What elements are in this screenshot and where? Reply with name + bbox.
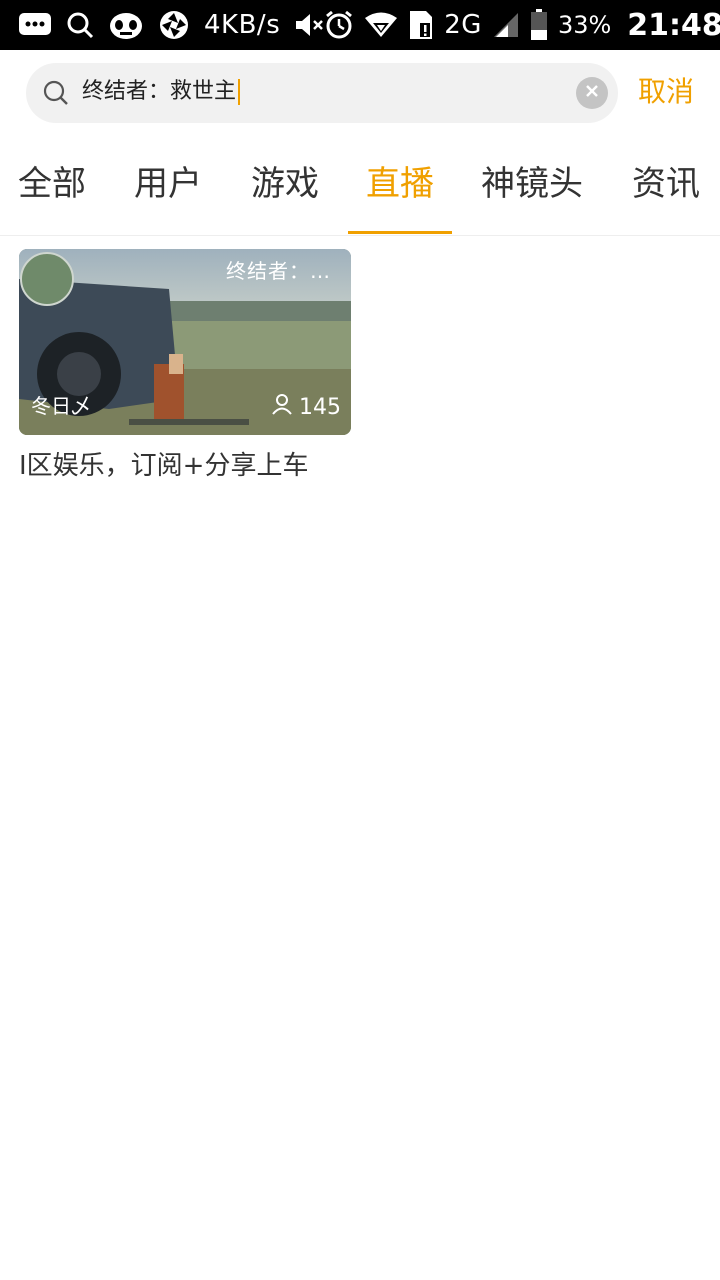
text-cursor [238,79,241,105]
search-icon [42,79,70,107]
signal-icon [492,11,520,39]
viewer-count-value: 145 [299,394,341,420]
tab-all[interactable]: 全部 [0,136,104,236]
category-tabs: 全部 用户 游戏 直播 神镜头 资讯 [0,136,720,236]
chat-bubble-icon [18,11,52,39]
aperture-icon [158,9,190,41]
mascot-icon [108,9,144,41]
wifi-icon [364,11,398,39]
sim-card-icon [408,9,434,41]
stream-title[interactable]: I区娱乐，订阅+分享上车 [19,445,351,482]
viewer-count: 145 [271,393,341,421]
search-icon [66,11,94,39]
streamer-name: 冬日乄 [31,394,91,418]
clear-button[interactable] [576,77,608,109]
stream-overlay-title: 终结者：… [226,259,331,283]
live-result-card[interactable]: 终结者：… 冬日乄 145 I区娱乐，订阅+分享上车 [19,249,351,482]
tab-games[interactable]: 游戏 [232,136,338,236]
network-type: 2G [444,10,482,40]
search-query: 终结者：救世主 [82,79,237,104]
battery-percent: 33% [557,11,612,39]
mute-icon [294,11,324,39]
battery-icon [530,9,548,41]
status-bar: 4KB/s 2G 33% 21:48 [0,0,720,50]
cancel-button[interactable]: 取消 [638,50,694,136]
tab-users[interactable]: 用户 [104,136,232,236]
net-speed: 4KB/s [204,10,281,40]
user-icon [271,393,293,421]
tab-highlights[interactable]: 神镜头 [452,136,612,236]
alarm-icon [324,10,354,40]
clear-icon [584,83,600,103]
search-header: 终结者：救世主 取消 [0,50,720,136]
search-input[interactable]: 终结者：救世主 [82,63,241,123]
clock: 21:48 [627,7,720,43]
search-box[interactable]: 终结者：救世主 [26,63,618,123]
tab-live[interactable]: 直播 [348,136,452,236]
stream-thumbnail[interactable]: 终结者：… 冬日乄 145 [19,249,351,435]
tab-news[interactable]: 资讯 [612,136,720,236]
